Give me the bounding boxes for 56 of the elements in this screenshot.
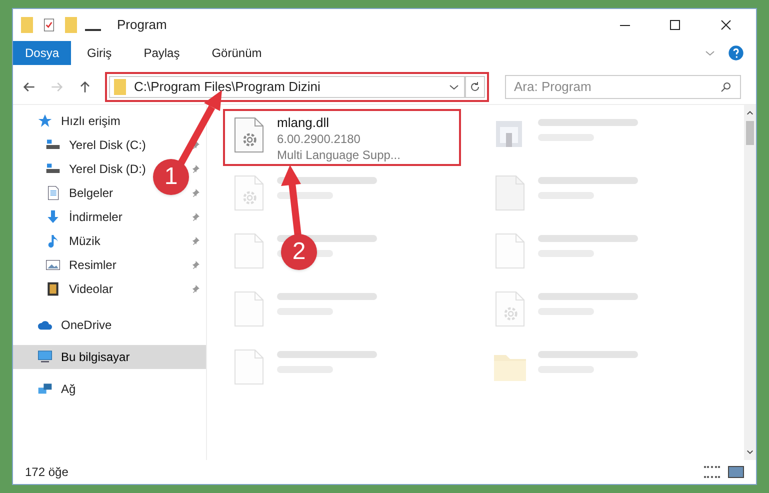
maximize-icon[interactable] [670,20,680,30]
star-icon [37,113,53,129]
folder-icon [21,17,33,33]
picture-icon [45,257,61,273]
nav-item[interactable]: İndirmeler [45,208,122,226]
pin-icon[interactable] [192,140,202,150]
close-icon[interactable] [720,19,732,31]
file-detail: 6.00.2900.2180 [277,131,362,147]
nav-item[interactable]: Müzik [45,232,100,250]
item-count: 172 öğe [25,464,70,481]
scrollbar[interactable] [744,105,756,460]
download-icon [45,209,61,225]
nav-item[interactable]: Videolar [45,280,113,298]
document-icon [45,185,61,201]
details-view-icon[interactable] [704,466,720,478]
pin-icon[interactable] [192,284,202,294]
refresh-icon [469,80,481,92]
nav-item[interactable]: Ağ [37,380,76,398]
file-detail: Multi Language Supp... [277,147,400,163]
minimize-icon[interactable] [620,24,630,26]
help-icon[interactable] [728,45,744,61]
address-path: C:\Program Files\Program Dizini [134,78,322,96]
new-folder-icon [65,17,77,33]
pin-icon[interactable] [192,164,202,174]
search-field[interactable]: Ara: Program [505,74,741,98]
computer-icon [37,349,53,365]
scroll-thumb[interactable] [746,121,754,145]
nav-item[interactable]: Yerel Disk (D:) [45,160,146,178]
nav-item[interactable]: Resimler [45,256,116,274]
nav-item[interactable]: Yerel Disk (C:) [45,136,146,154]
pin-icon[interactable] [192,188,202,198]
pin-icon[interactable] [192,212,202,222]
nav-item[interactable]: Bu bilgisayar [37,348,130,366]
scroll-up-icon[interactable] [746,109,754,117]
ribbon-tab[interactable]: Paylaş [128,41,196,65]
arrow [281,165,302,236]
ribbon-tab[interactable]: Giriş [71,41,128,65]
ribbon-tab[interactable]: Görünüm [196,41,278,65]
file-item[interactable]: mlang.dll 6.00.2900.2180 Multi Language Supp... [223,109,461,166]
scroll-down-icon[interactable] [746,448,754,456]
file-name: mlang.dll [277,115,330,131]
pin-icon[interactable] [192,236,202,246]
nav-item[interactable]: Belgeler [45,184,114,202]
window-title: Program [117,16,167,34]
folder-icon [114,78,126,94]
nav-item[interactable]: OneDrive [37,316,112,334]
large-icons-view-icon[interactable] [728,466,744,478]
search-icon [720,80,732,92]
ribbon-tab[interactable]: Dosya [13,41,72,65]
search-input[interactable]: Ara: Program [514,76,720,96]
address-field[interactable]: C:\Program Files\Program Dizini [109,76,465,98]
nav-item[interactable]: Hızlı erişim [37,112,120,130]
refresh-button[interactable] [465,76,485,98]
properties-icon [41,17,57,33]
video-icon [45,281,61,297]
pin-icon[interactable] [192,260,202,270]
